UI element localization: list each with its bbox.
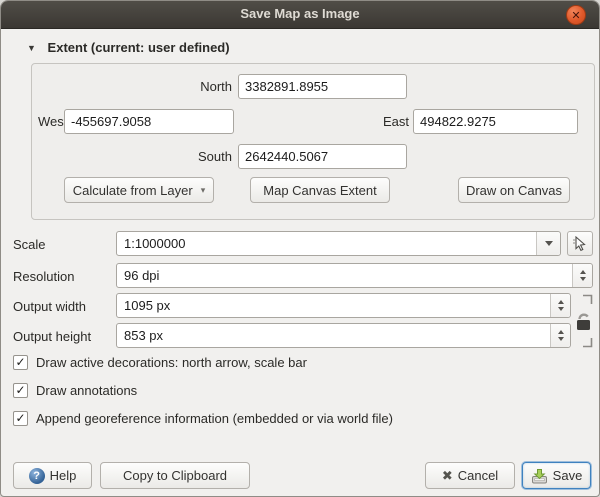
spin-up-icon <box>558 330 564 334</box>
checkbox-box[interactable]: ✓ <box>13 383 28 398</box>
map-canvas-extent-button[interactable]: Map Canvas Extent <box>250 177 390 203</box>
chevron-down-icon <box>545 241 553 246</box>
extent-section-title: Extent (current: user defined) <box>48 40 230 55</box>
draw-on-canvas-label: Draw on Canvas <box>466 183 562 198</box>
checkbox-label: Draw annotations <box>36 383 137 398</box>
close-button[interactable]: ✕ <box>566 5 586 25</box>
checkbox-draw-annotations[interactable]: ✓ Draw annotations <box>13 383 137 398</box>
titlebar[interactable]: Save Map as Image ✕ <box>1 1 599 29</box>
scale-dropdown-button[interactable] <box>536 232 560 255</box>
checkbox-box[interactable]: ✓ <box>13 411 28 426</box>
east-label: East <box>329 114 409 129</box>
scale-value: 1:1000000 <box>117 236 536 251</box>
calculate-from-layer-button[interactable]: Calculate from Layer ▾ <box>64 177 214 203</box>
cursor-pointer-icon <box>572 236 588 252</box>
south-input[interactable] <box>238 144 407 169</box>
output-height-spinbox[interactable]: 853 px <box>116 323 571 348</box>
help-icon-glyph: ? <box>33 470 40 482</box>
output-height-label: Output height <box>13 329 91 344</box>
spin-down-icon <box>580 277 586 281</box>
close-icon: ✕ <box>571 10 580 22</box>
output-width-spinbox[interactable]: 1095 px <box>116 293 571 318</box>
output-width-label: Output width <box>13 299 86 314</box>
west-label: West <box>38 114 67 129</box>
calculate-from-layer-label: Calculate from Layer <box>73 183 193 198</box>
resolution-label: Resolution <box>13 269 74 284</box>
cancel-x-icon: ✖ <box>442 468 453 484</box>
checkbox-draw-decorations[interactable]: ✓ Draw active decorations: north arrow, … <box>13 355 307 370</box>
output-width-spin-buttons[interactable] <box>550 294 570 317</box>
check-icon: ✓ <box>15 356 25 369</box>
resolution-value: 96 dpi <box>117 268 572 283</box>
output-height-spin-buttons[interactable] <box>550 324 570 347</box>
checkbox-append-georeference[interactable]: ✓ Append georeference information (embed… <box>13 411 393 426</box>
extent-groupbox: North West East South Calculate from Lay… <box>31 63 595 220</box>
spin-up-icon <box>558 300 564 304</box>
save-button[interactable]: Save <box>522 462 591 489</box>
collapse-triangle-icon: ▼ <box>27 43 36 53</box>
save-icon <box>531 468 548 484</box>
help-button[interactable]: ? Help <box>13 462 92 489</box>
checkbox-box[interactable]: ✓ <box>13 355 28 370</box>
checkbox-label: Draw active decorations: north arrow, sc… <box>36 355 307 370</box>
south-label: South <box>32 149 232 164</box>
check-icon: ✓ <box>15 412 25 425</box>
resolution-spinbox[interactable]: 96 dpi <box>116 263 593 288</box>
menu-dropdown-icon: ▾ <box>201 185 206 196</box>
spin-down-icon <box>558 307 564 311</box>
help-button-label: Help <box>50 468 77 483</box>
lock-aspect-ratio-button[interactable] <box>574 294 596 353</box>
scale-combobox[interactable]: 1:1000000 <box>116 231 561 256</box>
save-map-as-image-dialog: Save Map as Image ✕ ▼ Extent (current: u… <box>0 0 600 497</box>
window-title: Save Map as Image <box>1 6 599 21</box>
north-input[interactable] <box>238 74 407 99</box>
check-icon: ✓ <box>15 384 25 397</box>
output-height-value: 853 px <box>117 328 550 343</box>
resolution-spin-buttons[interactable] <box>572 264 592 287</box>
scale-label: Scale <box>13 237 46 252</box>
spin-up-icon <box>580 270 586 274</box>
extent-section-header[interactable]: ▼ Extent (current: user defined) <box>27 40 230 55</box>
save-button-label: Save <box>553 468 583 483</box>
copy-to-clipboard-label: Copy to Clipboard <box>123 468 227 483</box>
draw-on-canvas-button[interactable]: Draw on Canvas <box>458 177 570 203</box>
west-input[interactable] <box>64 109 234 134</box>
north-label: North <box>32 79 232 94</box>
cancel-button-label: Cancel <box>458 468 498 483</box>
cancel-button[interactable]: ✖ Cancel <box>425 462 515 489</box>
checkbox-label: Append georeference information (embedde… <box>36 411 393 426</box>
east-input[interactable] <box>413 109 578 134</box>
set-scale-from-canvas-button[interactable] <box>567 231 593 256</box>
map-canvas-extent-label: Map Canvas Extent <box>263 183 376 198</box>
output-width-value: 1095 px <box>117 298 550 313</box>
spin-down-icon <box>558 337 564 341</box>
open-lock-icon <box>574 294 596 348</box>
copy-to-clipboard-button[interactable]: Copy to Clipboard <box>100 462 250 489</box>
help-icon: ? <box>29 468 45 484</box>
